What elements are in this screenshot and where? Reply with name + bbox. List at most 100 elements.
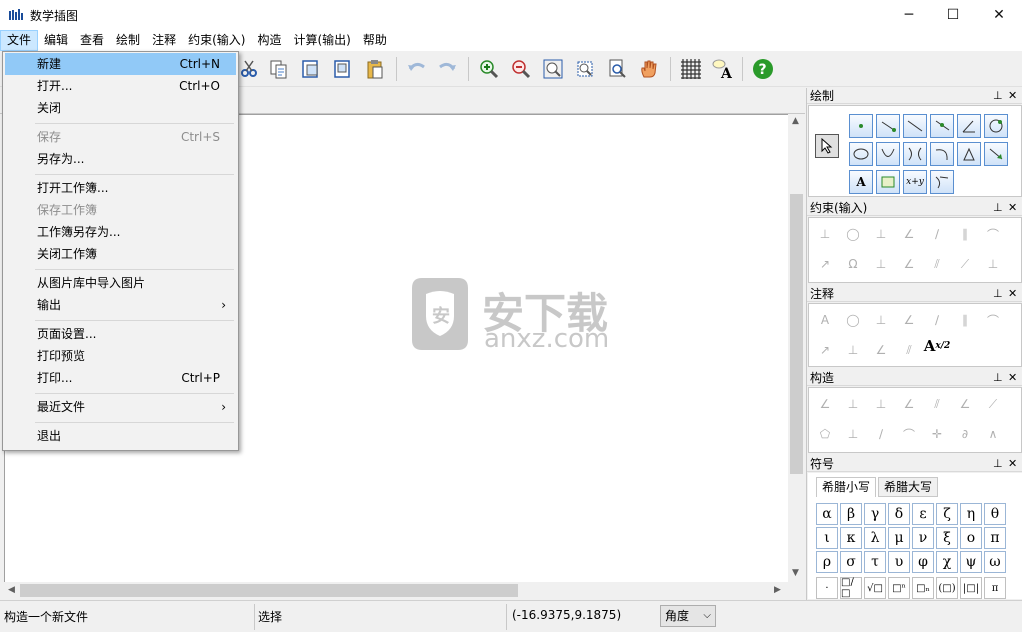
undo-icon[interactable] [404, 56, 430, 82]
constraint-perpendicular-icon[interactable]: ⊥ [869, 222, 893, 246]
math-operator-button[interactable]: √□ [864, 577, 886, 599]
construct-pentagon-icon[interactable]: ⬠ [813, 422, 837, 446]
annotation-arc-icon[interactable]: ⌒ [981, 308, 1005, 332]
math-operator-button[interactable]: (□) [936, 577, 958, 599]
scroll-left-icon[interactable]: ◀ [8, 585, 15, 595]
hyperbola-tool-icon[interactable] [903, 142, 927, 166]
greek-symbol-button[interactable]: υ [888, 551, 910, 573]
annotation-perp-icon[interactable]: ⊥ [869, 308, 893, 332]
tab-greek-lower[interactable]: 希腊小写 [816, 477, 877, 497]
curve-tool-icon[interactable] [930, 170, 954, 194]
menu-item-save-as[interactable]: 另存为... [5, 148, 236, 170]
construct-arc-icon[interactable]: ⌒ [897, 422, 921, 446]
annotation-vector-icon[interactable]: ↗ [813, 338, 837, 362]
math-operator-button[interactable]: □ⁿ [888, 577, 910, 599]
greek-symbol-button[interactable]: γ [864, 503, 886, 525]
vertical-scroll-thumb[interactable] [790, 194, 803, 474]
grid-icon[interactable] [678, 56, 704, 82]
menu-view[interactable]: 查看 [74, 30, 110, 51]
constraint-midpoint-icon[interactable]: ⊥ [869, 252, 893, 276]
copy-special-icon[interactable] [298, 56, 324, 82]
menu-item-new[interactable]: 新建 Ctrl+N [5, 53, 236, 75]
annotation-equal-icon[interactable]: ⫽ [897, 338, 921, 362]
angle-unit-select[interactable]: 角度 ⌵ [660, 605, 716, 627]
greek-symbol-button[interactable]: ψ [960, 551, 982, 573]
greek-symbol-button[interactable]: τ [864, 551, 886, 573]
menu-help[interactable]: 帮助 [357, 30, 393, 51]
annotation-formula-icon[interactable]: Ax/2 [924, 334, 951, 358]
math-operator-button[interactable]: · [816, 577, 838, 599]
segment-tool-icon[interactable] [876, 114, 900, 138]
construct-tangent-icon[interactable]: ⟋ [981, 392, 1005, 416]
zoom-in-icon[interactable] [476, 56, 502, 82]
annotation-angle-icon[interactable]: ∠ [897, 308, 921, 332]
scroll-up-icon[interactable]: ▲ [792, 116, 799, 126]
greek-symbol-button[interactable]: μ [888, 527, 910, 549]
construct-cross-icon[interactable]: ✛ [925, 422, 949, 446]
menu-item-print[interactable]: 打印... Ctrl+P [5, 367, 236, 389]
greek-symbol-button[interactable]: θ [984, 503, 1006, 525]
help-icon[interactable]: ? [750, 56, 776, 82]
pin-icon[interactable]: ⊥ [993, 88, 1003, 104]
constraint-slash-icon[interactable]: ∕ [925, 222, 949, 246]
greek-symbol-button[interactable]: ρ [816, 551, 838, 573]
horizontal-scrollbar[interactable]: ◀ ▶ [4, 582, 788, 599]
text-tool-icon[interactable]: A [849, 170, 873, 194]
greek-symbol-button[interactable]: ξ [936, 527, 958, 549]
constraint-vector-icon[interactable]: ↗ [813, 252, 837, 276]
menu-item-open-workbook[interactable]: 打开工作簿... [5, 177, 236, 199]
polygon-tool-icon[interactable] [957, 142, 981, 166]
menu-item-export[interactable]: 输出 › [5, 294, 236, 316]
select-arrow-icon[interactable] [815, 134, 839, 158]
pin-icon[interactable]: ⊥ [993, 456, 1003, 472]
math-operator-button[interactable]: □ₙ [912, 577, 934, 599]
zoom-out-icon[interactable] [508, 56, 534, 82]
menu-constraint[interactable]: 约束(输入) [182, 30, 251, 51]
redo-icon[interactable] [434, 56, 460, 82]
paste-special-icon[interactable] [330, 56, 356, 82]
font-icon[interactable]: A [710, 56, 736, 82]
construct-intersect-icon[interactable]: ⊥ [841, 422, 865, 446]
menu-item-exit[interactable]: 退出 [5, 425, 236, 447]
menu-item-workbook-save-as[interactable]: 工作簿另存为... [5, 221, 236, 243]
math-operator-button[interactable]: |□| [960, 577, 982, 599]
annotation-label-icon[interactable]: A [813, 308, 837, 332]
pin-icon[interactable]: ⊥ [993, 370, 1003, 386]
greek-symbol-button[interactable]: η [960, 503, 982, 525]
angle-tool-icon[interactable] [957, 114, 981, 138]
greek-symbol-button[interactable]: ο [960, 527, 982, 549]
greek-symbol-button[interactable]: α [816, 503, 838, 525]
annotation-length-icon[interactable]: ∠ [869, 338, 893, 362]
menu-edit[interactable]: 编辑 [38, 30, 74, 51]
greek-symbol-button[interactable]: π [984, 527, 1006, 549]
minimize-button[interactable]: ─ [886, 0, 932, 30]
close-button[interactable]: ✕ [976, 0, 1022, 30]
cut-icon[interactable] [236, 56, 262, 82]
greek-symbol-button[interactable]: κ [840, 527, 862, 549]
greek-symbol-button[interactable]: λ [864, 527, 886, 549]
circle-tool-icon[interactable] [984, 114, 1008, 138]
greek-symbol-button[interactable]: δ [888, 503, 910, 525]
annotation-midpoint-icon[interactable]: ⊥ [841, 338, 865, 362]
constraint-angle-icon[interactable]: ∠ [897, 222, 921, 246]
pin-icon[interactable]: ⊥ [993, 286, 1003, 302]
panel-close-icon[interactable]: ✕ [1008, 456, 1017, 472]
annotation-slash-icon[interactable]: ∕ [925, 308, 949, 332]
constraint-distance-icon[interactable]: ⊥ [981, 252, 1005, 276]
greek-symbol-button[interactable]: ν [912, 527, 934, 549]
greek-symbol-button[interactable]: β [840, 503, 862, 525]
construct-angle-icon[interactable]: ∠ [897, 392, 921, 416]
panel-close-icon[interactable]: ✕ [1008, 370, 1017, 386]
menu-draw[interactable]: 绘制 [110, 30, 146, 51]
greek-symbol-button[interactable]: χ [936, 551, 958, 573]
panel-close-icon[interactable]: ✕ [1008, 200, 1017, 216]
construct-midpoint-icon[interactable]: ⊥ [869, 392, 893, 416]
greek-symbol-button[interactable]: ι [816, 527, 838, 549]
annotation-circle-icon[interactable]: ◯ [841, 308, 865, 332]
scroll-right-icon[interactable]: ▶ [774, 585, 781, 595]
construct-parallel-icon[interactable]: ⫽ [925, 392, 949, 416]
line-tool-icon[interactable] [903, 114, 927, 138]
ray-tool-icon[interactable] [930, 114, 954, 138]
menu-item-close-workbook[interactable]: 关闭工作簿 [5, 243, 236, 265]
zoom-page-icon[interactable] [572, 56, 598, 82]
